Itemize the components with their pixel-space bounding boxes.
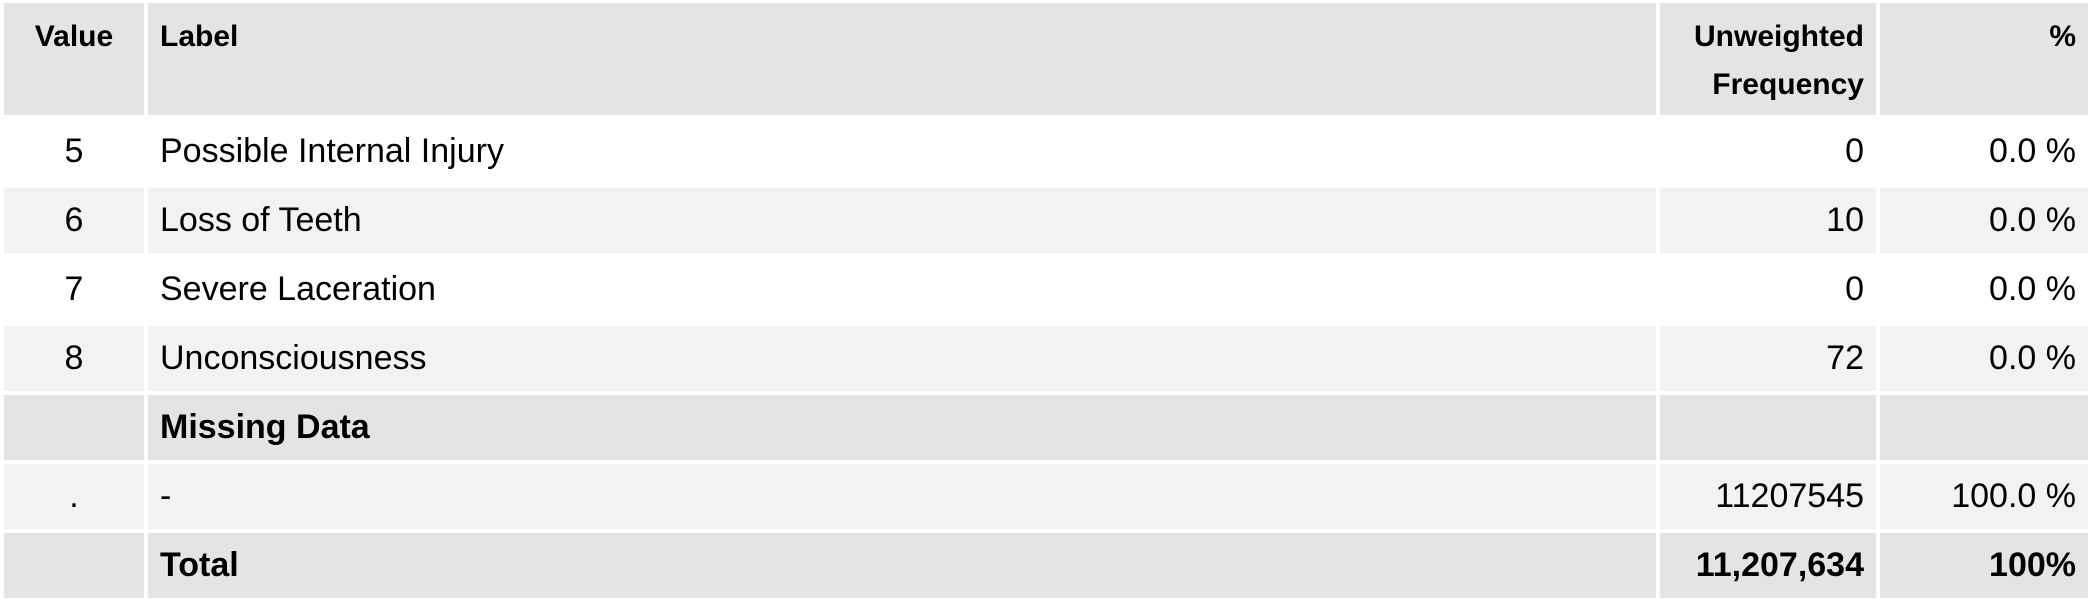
total-value-empty xyxy=(4,533,144,598)
total-row: Total 11,207,634 100% xyxy=(4,533,2088,598)
row-percent: 0.0 % xyxy=(1880,119,2088,184)
table-row: 6 Loss of Teeth 10 0.0 % xyxy=(4,188,2088,253)
row-value: 7 xyxy=(4,257,144,322)
row-frequency: 0 xyxy=(1660,257,1876,322)
row-value: . xyxy=(4,464,144,529)
row-label: Severe Laceration xyxy=(148,257,1656,322)
header-row: Value Label Unweighted Frequency % xyxy=(4,3,2088,115)
row-label: Unconsciousness xyxy=(148,326,1656,391)
row-percent: 0.0 % xyxy=(1880,188,2088,253)
table-row: 5 Possible Internal Injury 0 0.0 % xyxy=(4,119,2088,184)
row-percent: 0.0 % xyxy=(1880,257,2088,322)
row-label: - xyxy=(148,464,1656,529)
row-percent: 0.0 % xyxy=(1880,326,2088,391)
table-row: . - 11207545 100.0 % xyxy=(4,464,2088,529)
missing-data-title: Missing Data xyxy=(148,395,1656,460)
section-value-empty xyxy=(4,395,144,460)
row-label: Loss of Teeth xyxy=(148,188,1656,253)
table-row: 7 Severe Laceration 0 0.0 % xyxy=(4,257,2088,322)
table-row: 8 Unconsciousness 72 0.0 % xyxy=(4,326,2088,391)
header-frequency-line2: Frequency xyxy=(1712,68,1864,101)
row-label: Possible Internal Injury xyxy=(148,119,1656,184)
total-percent: 100% xyxy=(1880,533,2088,598)
row-value: 6 xyxy=(4,188,144,253)
section-frequency-empty xyxy=(1660,395,1876,460)
header-percent: % xyxy=(1880,3,2088,115)
row-frequency: 0 xyxy=(1660,119,1876,184)
row-value: 5 xyxy=(4,119,144,184)
header-frequency-line1: Unweighted xyxy=(1694,20,1864,53)
total-frequency: 11,207,634 xyxy=(1660,533,1876,598)
row-frequency: 10 xyxy=(1660,188,1876,253)
missing-data-section-row: Missing Data xyxy=(4,395,2088,460)
table-body: 5 Possible Internal Injury 0 0.0 % 6 Los… xyxy=(4,119,2088,598)
header-unweighted-frequency: Unweighted Frequency xyxy=(1660,3,1876,115)
section-percent-empty xyxy=(1880,395,2088,460)
row-frequency: 72 xyxy=(1660,326,1876,391)
total-label: Total xyxy=(148,533,1656,598)
frequency-table: Value Label Unweighted Frequency % 5 Pos… xyxy=(0,0,2092,602)
row-frequency: 11207545 xyxy=(1660,464,1876,529)
header-label: Label xyxy=(148,3,1656,115)
row-value: 8 xyxy=(4,326,144,391)
row-percent: 100.0 % xyxy=(1880,464,2088,529)
header-value: Value xyxy=(4,3,144,115)
table-header: Value Label Unweighted Frequency % xyxy=(4,3,2088,115)
